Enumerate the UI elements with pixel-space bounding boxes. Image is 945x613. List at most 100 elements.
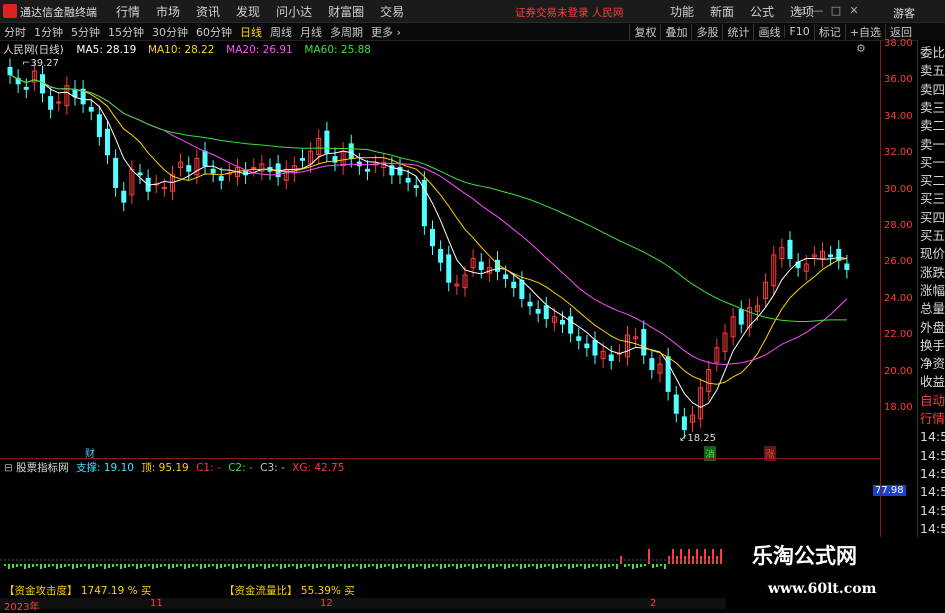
menu-item-wenxiaoda[interactable]: 问小达 xyxy=(268,3,320,20)
close-icon[interactable]: ✕ xyxy=(846,4,862,18)
menu-item-gongneng[interactable]: 功能 xyxy=(662,3,702,20)
quote-panel-item[interactable]: 换手 xyxy=(920,337,945,355)
quote-panel-item[interactable]: 卖五 xyxy=(920,62,945,80)
flow-bar xyxy=(368,564,370,567)
tab-more[interactable]: 更多 › xyxy=(367,24,405,40)
tab-weekly[interactable]: 周线 xyxy=(266,24,296,40)
tab-30min[interactable]: 30分钟 xyxy=(148,24,192,40)
quote-panel-item[interactable]: 14:50 xyxy=(920,483,945,501)
tool-f10[interactable]: F10 xyxy=(784,25,813,38)
menu-item-shichang[interactable]: 市场 xyxy=(148,3,188,20)
quote-panel-item[interactable]: 买一 xyxy=(920,154,945,172)
quote-panel-item[interactable]: 涨跌 xyxy=(920,264,945,282)
quote-panel-item[interactable]: 14:50 xyxy=(920,520,945,538)
flow-bar xyxy=(664,564,666,569)
quote-panel-item[interactable]: 14:50 xyxy=(920,447,945,465)
menu-item-caifuquan[interactable]: 财富圈 xyxy=(320,3,372,20)
low-price-label: ↙18.25 xyxy=(679,433,717,444)
flow-bar xyxy=(632,564,634,569)
quote-panel-item[interactable]: 14:50 xyxy=(920,428,945,446)
tool-zixuan[interactable]: +自选 xyxy=(844,23,885,40)
flow-bar xyxy=(320,564,322,567)
menu-item-gongshi[interactable]: 公式 xyxy=(742,3,782,20)
flow-bar xyxy=(344,564,346,569)
tool-huaxian[interactable]: 画线 xyxy=(753,23,784,40)
quote-panel-item[interactable]: 14:50 xyxy=(920,465,945,483)
tool-duogu[interactable]: 多股 xyxy=(691,23,722,40)
quote-panel-item[interactable]: 外盘 xyxy=(920,319,945,337)
menu-item-zixun[interactable]: 资讯 xyxy=(188,3,228,20)
quote-panel-item[interactable]: 买三 xyxy=(920,190,945,208)
flow-bar xyxy=(152,564,154,569)
flow-bar xyxy=(256,564,258,567)
quote-panel-item[interactable]: 净资 xyxy=(920,355,945,373)
tab-1min[interactable]: 1分钟 xyxy=(30,24,67,40)
candle-body xyxy=(478,261,484,270)
candle-body xyxy=(137,172,143,176)
indicator-name[interactable]: 股票指标网 xyxy=(16,462,69,474)
flow-bar xyxy=(44,564,46,568)
flow-bar xyxy=(200,564,202,569)
title-bar: 通达信金融终端 行情 市场 资讯 发现 问小达 财富圈 交易 证券交易未登录 人… xyxy=(0,0,945,23)
quote-panel-item[interactable]: 现价 xyxy=(920,245,945,263)
quote-panel-item[interactable]: 买二 xyxy=(920,172,945,190)
candle-body xyxy=(828,254,834,258)
tab-monthly[interactable]: 月线 xyxy=(296,24,326,40)
support-value: 支撑: 19.10 xyxy=(76,462,134,474)
flow-bar xyxy=(160,564,162,567)
kline-chart[interactable] xyxy=(0,40,880,460)
menu-item-jiaoyi[interactable]: 交易 xyxy=(372,3,412,20)
maximize-icon[interactable]: □ xyxy=(828,4,844,18)
tab-60min[interactable]: 60分钟 xyxy=(192,24,236,40)
quote-panel-item[interactable]: 自动 xyxy=(920,392,945,410)
flow-bar xyxy=(384,564,386,567)
candle-body xyxy=(96,114,102,138)
quote-panel-item[interactable]: 买五 xyxy=(920,227,945,245)
menu-item-xinmian[interactable]: 新面 xyxy=(702,3,742,20)
tool-diejia[interactable]: 叠加 xyxy=(660,23,691,40)
tool-tongji[interactable]: 统计 xyxy=(722,23,753,40)
tool-biaoji[interactable]: 标记 xyxy=(813,23,845,40)
tab-5min[interactable]: 5分钟 xyxy=(67,24,104,40)
flow-bar xyxy=(92,564,94,568)
flow-bar xyxy=(228,564,230,566)
quote-panel-item[interactable]: 14:50 xyxy=(920,502,945,520)
guest-user[interactable]: 游客 xyxy=(893,5,915,21)
flow-bar xyxy=(88,564,90,569)
flow-bar xyxy=(552,564,554,569)
collapse-icon[interactable]: ⊟ xyxy=(4,462,13,474)
quote-panel-item[interactable]: 卖四 xyxy=(920,81,945,99)
flow-bar xyxy=(340,564,342,566)
flow-bar xyxy=(408,564,410,569)
flow-bar xyxy=(156,564,158,568)
candle-body xyxy=(300,157,305,161)
tab-daily[interactable]: 日线 xyxy=(236,24,266,40)
chart-tools: 复权 叠加 多股 统计 画线 F10 标记 +自选 返回 xyxy=(629,23,916,40)
candle-body xyxy=(251,167,257,170)
money-flow-chart[interactable] xyxy=(0,540,725,580)
login-warning[interactable]: 证券交易未登录 人民网 xyxy=(515,5,623,20)
tab-multi-period[interactable]: 多周期 xyxy=(326,24,367,40)
quote-panel-item[interactable]: 买四 xyxy=(920,209,945,227)
tool-fuquan[interactable]: 复权 xyxy=(629,23,660,40)
candle-body xyxy=(836,248,842,261)
quote-panel-item[interactable]: 收益 xyxy=(920,373,945,391)
restore-icon[interactable]: ▭ xyxy=(792,4,808,18)
period-tabs: 分时 1分钟 5分钟 15分钟 30分钟 60分钟 日线 周线 月线 多周期 更… xyxy=(0,23,405,40)
candle-body xyxy=(681,416,687,431)
quote-panel-item[interactable]: 委比 xyxy=(920,44,945,62)
menu-item-hangqing[interactable]: 行情 xyxy=(108,3,148,20)
tab-15min[interactable]: 15分钟 xyxy=(104,24,148,40)
menu-item-faxian[interactable]: 发现 xyxy=(228,3,268,20)
quote-panel-item[interactable]: 总量 xyxy=(920,300,945,318)
flow-bar xyxy=(532,564,534,566)
tab-fenshi[interactable]: 分时 xyxy=(0,24,30,40)
quote-panel-item[interactable]: 行情 xyxy=(920,410,945,428)
quote-panel-item[interactable]: 卖二 xyxy=(920,117,945,135)
minimize-icon[interactable]: — xyxy=(810,4,826,18)
flow-bar xyxy=(472,564,474,569)
quote-panel-item[interactable]: 卖一 xyxy=(920,136,945,154)
candle-body xyxy=(186,165,192,172)
quote-panel-item[interactable]: 卖三 xyxy=(920,99,945,117)
quote-panel-item[interactable]: 涨幅 xyxy=(920,282,945,300)
